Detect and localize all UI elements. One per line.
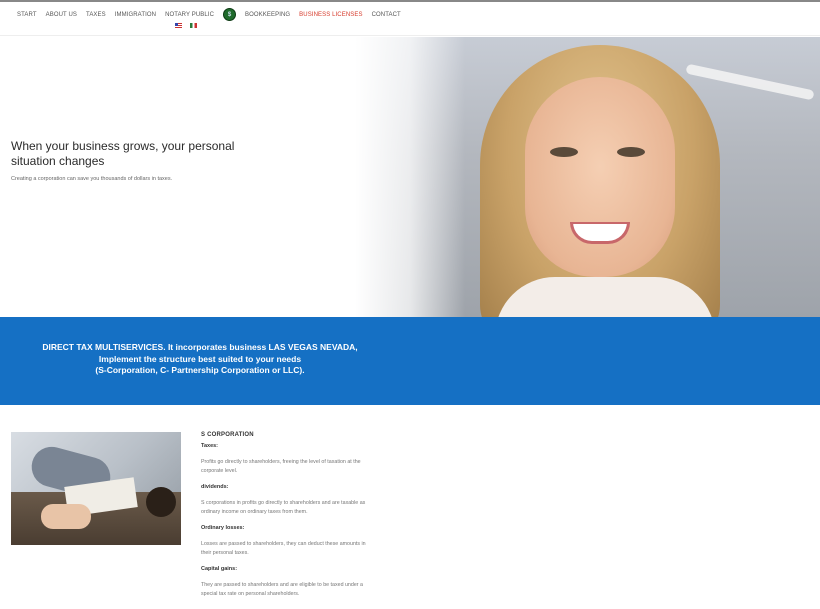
spanish-flag-icon[interactable] [190,23,197,28]
section-body-capital-gains: They are passed to shareholders and are … [201,582,363,597]
business-meeting-image [11,432,181,545]
nav-item-about-us[interactable]: ABOUT US [46,12,77,18]
banner-line-3: (S-Corporation, C- Partnership Corporati… [95,365,305,375]
hero-subtitle: Creating a corporation can save you thou… [11,176,173,182]
banner-line-1: DIRECT TAX MULTISERVICES. It incorporate… [42,342,358,352]
nav-item-taxes[interactable]: TAXES [86,12,106,18]
nav-item-bookkeeping[interactable]: BOOKKEEPING [245,12,290,18]
english-flag-icon[interactable] [175,23,182,28]
blue-banner: DIRECT TAX MULTISERVICES. It incorporate… [0,317,820,405]
section-title-capital-gains: Capital gains: [201,566,238,572]
nav-item-immigration[interactable]: IMMIGRATION [115,12,156,18]
top-navigation-bar: START ABOUT US TAXES IMMIGRATION NOTARY … [0,0,820,36]
hero-section: When your business grows, your personal … [0,37,820,317]
nav-item-contact[interactable]: CONTACT [372,12,401,18]
nav-item-business-licenses[interactable]: BUSINESS LICENSES [299,12,362,18]
main-menu: START ABOUT US TAXES IMMIGRATION NOTARY … [17,8,410,21]
section-heading: S CORPORATION [201,432,254,438]
section-body-taxes: Profits go directly to shareholders, fre… [201,459,361,474]
hero-title: When your business grows, your personal … [11,139,235,168]
nav-item-notary-public[interactable]: NOTARY PUBLIC [165,12,214,18]
logo-icon[interactable]: $ [223,8,237,21]
s-corporation-info: S CORPORATION Taxes: Profits go directly… [201,432,376,607]
section-title-dividends: dividends: [201,484,229,490]
nav-item-start[interactable]: START [17,12,37,18]
section-body-dividends: S corporations in profits go directly to… [201,500,366,515]
hero-woman-image [355,37,820,317]
section-title-ordinary-losses: Ordinary losses: [201,525,245,531]
language-switcher [175,23,205,28]
banner-text: DIRECT TAX MULTISERVICES. It incorporate… [30,342,370,377]
section-title-taxes: Taxes: [201,443,219,449]
section-body-ordinary-losses: Losses are passed to shareholders, they … [201,541,366,556]
banner-line-2: Implement the structure best suited to y… [98,353,302,364]
